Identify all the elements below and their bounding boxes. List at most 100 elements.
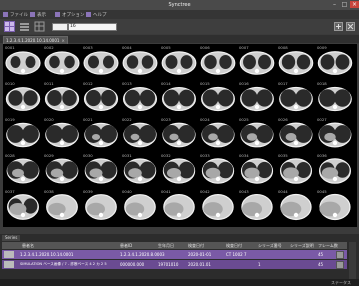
ct-slice-thumbnail[interactable]: 0034 [238,153,276,187]
ct-slice-thumbnail[interactable]: 0018 [316,81,354,115]
table-icon[interactable] [34,21,45,32]
ct-slice-thumbnail[interactable]: 0006 [199,45,237,79]
row-action-button[interactable] [336,261,344,269]
ct-slice-thumbnail[interactable]: 0003 [82,45,120,79]
search-box[interactable] [52,23,68,31]
ct-slice-thumbnail[interactable]: 0033 [199,153,237,187]
maximize-button[interactable]: □ [340,1,349,8]
ct-slice-image [239,51,275,75]
ct-slice-thumbnail[interactable]: 0004 [121,45,159,79]
ct-slice-thumbnail[interactable]: 0038 [43,189,81,223]
cell-frame-count: 45 [318,262,324,267]
ct-slice-image [6,158,40,184]
menu-help-label: ヘルプ [93,12,107,18]
ct-slice-thumbnail[interactable]: 0039 [82,189,120,223]
ct-slice-thumbnail[interactable]: 0019 [4,117,42,151]
vertical-scrollbar[interactable] [349,242,356,282]
ct-slice-thumbnail[interactable]: 0045 [316,189,354,223]
ct-slice-image [161,51,197,75]
col-series-number: シリーズ番号 [258,243,282,248]
ct-slice-thumbnail[interactable]: 0015 [199,81,237,115]
ct-slice-thumbnail[interactable]: 0020 [43,117,81,151]
ct-slice-thumbnail[interactable]: 0024 [199,117,237,151]
table-row[interactable]: SIMULATION ベース画像 / 7 - 診断ベース 4 2 カ 2 5 0… [2,260,347,269]
ct-slice-thumbnail[interactable]: 0002 [43,45,81,79]
menu-file[interactable]: ファイル [3,11,28,18]
ct-slice-thumbnail[interactable]: 0041 [160,189,198,223]
ct-slice-thumbnail[interactable]: 0011 [43,81,81,115]
table-row[interactable]: 1.2.3.4.1.2020.10.14.0001 1.2.3.4.1.2020… [2,250,347,259]
cell-study-date: 2020-01-01 [188,252,212,257]
ct-slice-image [5,51,41,75]
toolbar: 16 [0,19,359,34]
ct-slice-thumbnail[interactable]: 0026 [277,117,315,151]
ct-slice-thumbnail[interactable]: 0009 [316,45,354,79]
ct-slice-thumbnail[interactable]: 0029 [43,153,81,187]
ct-slice-thumbnail[interactable]: 0010 [4,81,42,115]
close-button[interactable]: × [350,1,359,8]
ct-slice-image [279,122,313,148]
ct-slice-image [6,122,40,148]
ct-slice-image [201,122,235,148]
options-icon [55,12,60,17]
ct-slice-thumbnail[interactable]: 0021 [82,117,120,151]
minimize-button[interactable]: – [330,1,339,8]
ct-slice-thumbnail[interactable]: 0016 [238,81,276,115]
ct-slice-thumbnail[interactable]: 0032 [160,153,198,187]
ct-slice-thumbnail[interactable]: 0017 [277,81,315,115]
col-frame-count: フレーム数 [318,243,338,248]
ct-slice-thumbnail[interactable]: 0037 [4,189,42,223]
expand-icon[interactable] [334,22,343,31]
ct-slice-thumbnail[interactable]: 0025 [238,117,276,151]
ct-slice-image [279,158,313,184]
menu-view[interactable]: 表示 [30,11,46,18]
ct-slice-image [201,158,235,184]
tab-close-icon[interactable]: × [61,38,64,43]
row-action-button[interactable] [336,251,344,259]
ct-slice-thumbnail[interactable]: 0027 [316,117,354,151]
ct-slice-image [5,87,41,111]
col-birth-date: 生年月日 [158,243,174,248]
ct-slice-image [240,158,274,184]
ct-slice-image [318,122,352,148]
title-bar: Synctree – □ × [0,0,359,10]
ct-slice-thumbnail[interactable]: 0005 [160,45,198,79]
ct-slice-thumbnail[interactable]: 0022 [121,117,159,151]
ct-slice-thumbnail[interactable]: 0035 [277,153,315,187]
list-layout-icon[interactable] [19,21,30,32]
ct-slice-thumbnail[interactable]: 0031 [121,153,159,187]
ct-slice-thumbnail[interactable]: 0042 [199,189,237,223]
menu-help[interactable]: ヘルプ [86,11,107,18]
ct-slice-thumbnail[interactable]: 0007 [238,45,276,79]
ct-slice-image [279,86,313,112]
grid-layout-icon[interactable] [4,21,15,32]
col-patient-name: 患者名 [22,243,34,248]
ct-slice-thumbnail[interactable]: 0040 [121,189,159,223]
ct-slice-image [241,193,273,221]
cell-patient-id: 1.2.3.4.1.2020.8.0003 [120,252,165,257]
ct-slice-thumbnail[interactable]: 0030 [82,153,120,187]
file-icon [3,12,8,17]
menu-options[interactable]: オプション [55,11,85,18]
ct-slice-image [85,194,117,220]
ct-slice-thumbnail[interactable]: 0044 [277,189,315,223]
ct-slice-thumbnail[interactable]: 0023 [160,117,198,151]
ct-slice-image [45,158,79,184]
ct-slice-thumbnail[interactable]: 0001 [4,45,42,79]
ct-slice-thumbnail[interactable]: 0036 [316,153,354,187]
ct-slice-image [7,194,39,220]
ct-slice-thumbnail[interactable]: 0014 [160,81,198,115]
tab-strip: 1.2.3.4.1.2020.10.14.0001 × [0,35,359,45]
ct-slice-thumbnail[interactable]: 0012 [82,81,120,115]
ct-slice-thumbnail[interactable]: 0008 [277,45,315,79]
ct-slice-thumbnail[interactable]: 0013 [121,81,159,115]
close-panel-icon[interactable] [346,22,355,31]
ct-slice-image [317,51,353,75]
ct-slice-thumbnail[interactable]: 0028 [4,153,42,187]
ct-slice-image [83,87,119,111]
query-input[interactable]: 16 [68,23,117,31]
ct-slice-image [280,193,312,221]
cell-study-date: 2020.01.01 [188,262,211,267]
ct-slice-thumbnail[interactable]: 0043 [238,189,276,223]
series-tab[interactable]: Series [2,235,21,241]
